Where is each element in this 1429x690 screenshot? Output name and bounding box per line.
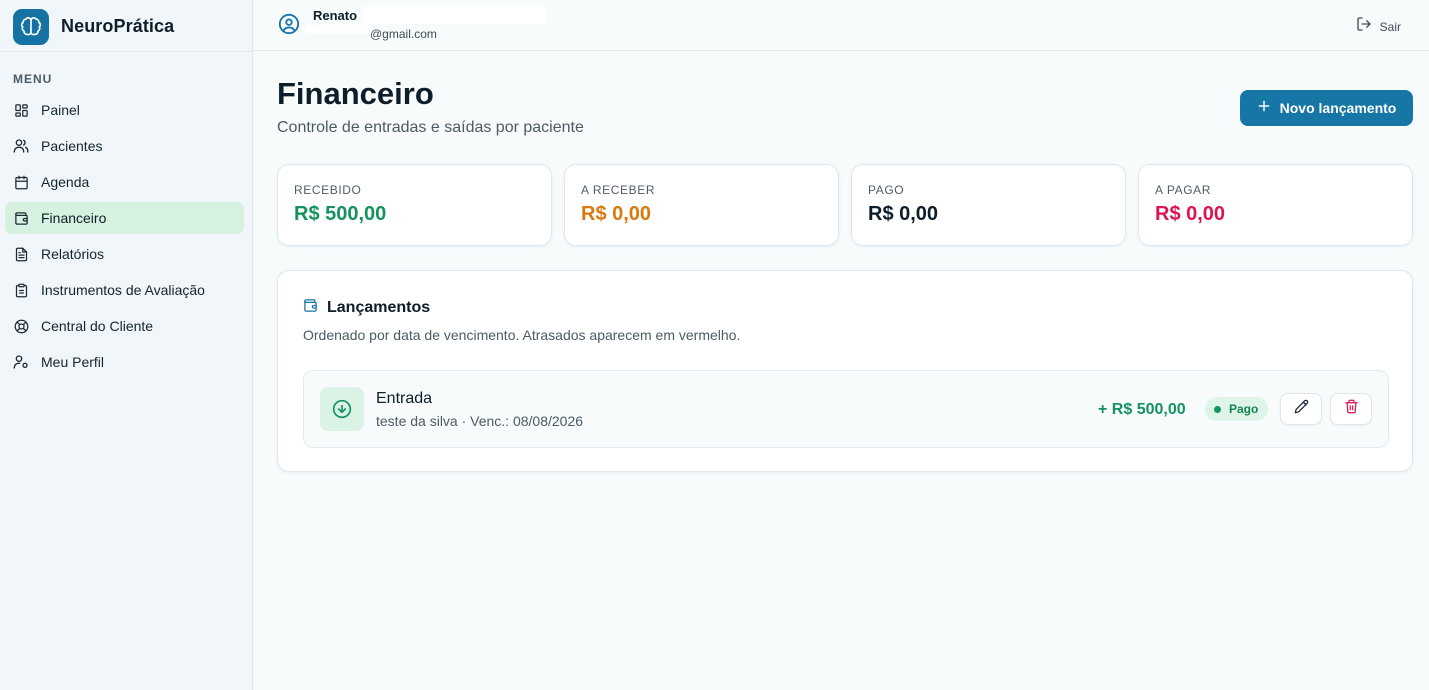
redacted-block — [305, 25, 369, 33]
panel-title-label: Lançamentos — [327, 299, 431, 316]
stat-value: R$ 0,00 — [1155, 203, 1226, 225]
stat-card-a-pagar: A PAGAR R$ 0,00 — [1138, 164, 1413, 246]
logout-label: Sair — [1379, 19, 1401, 34]
redacted-block — [363, 6, 546, 24]
delete-button[interactable] — [1330, 393, 1372, 425]
stat-card-recebido: RECEBIDO R$ 500,00 — [277, 164, 552, 246]
page-title: Financeiro — [277, 76, 434, 111]
arrow-down-circle-icon — [320, 387, 364, 431]
status-badge: Pago — [1205, 397, 1268, 421]
sidebar-item-label: Painel — [41, 102, 80, 118]
sidebar-item-label: Relatórios — [41, 246, 105, 262]
brain-icon — [13, 8, 49, 45]
entry-details: teste da silva · Venc.: 08/08/2026 — [376, 413, 584, 429]
logout-button[interactable]: Sair — [1356, 16, 1401, 37]
wallet-icon — [303, 298, 318, 318]
sidebar-item-central-do-cliente[interactable]: Central do Cliente — [5, 310, 244, 342]
stat-value: R$ 0,00 — [868, 203, 939, 225]
panel-title: Lançamentos — [303, 298, 430, 318]
trash-icon — [1344, 399, 1359, 419]
sidebar-item-instrumentos[interactable]: Instrumentos de Avaliação — [5, 274, 244, 306]
sidebar-item-label: Financeiro — [41, 210, 107, 226]
lifebuoy-icon — [13, 318, 29, 334]
panel-description: Ordenado por data de vencimento. Atrasad… — [303, 327, 741, 343]
sidebar-item-agenda[interactable]: Agenda — [5, 166, 244, 198]
sidebar-item-label: Meu Perfil — [41, 354, 105, 370]
stat-card-a-receber: A RECEBER R$ 0,00 — [564, 164, 839, 246]
user-name: Renato — [313, 8, 358, 23]
users-icon — [13, 138, 29, 154]
status-dot — [1214, 405, 1221, 413]
top-bar: Renato @gmail.com Sair — [253, 0, 1429, 51]
edit-button[interactable] — [1280, 393, 1322, 425]
sidebar-item-painel[interactable]: Painel — [5, 94, 244, 126]
status-label: Pago — [1229, 402, 1259, 416]
user-email: @gmail.com — [370, 27, 437, 41]
plus-icon — [1257, 99, 1271, 118]
stat-card-pago: PAGO R$ 0,00 — [851, 164, 1126, 246]
sidebar-nav: Painel Pacientes Agenda Financeiro Relat… — [5, 94, 244, 382]
entry-amount: + R$ 500,00 — [1098, 401, 1186, 418]
stat-label: A PAGAR — [1155, 183, 1211, 197]
logout-icon — [1356, 16, 1372, 37]
entries-panel: Lançamentos Ordenado por data de vencime… — [277, 270, 1413, 472]
stat-value: R$ 500,00 — [294, 203, 387, 225]
pencil-icon — [1294, 399, 1309, 419]
grid-icon — [13, 102, 29, 118]
user-circle-icon[interactable] — [278, 13, 300, 35]
sidebar-item-pacientes[interactable]: Pacientes — [5, 130, 244, 162]
wallet-icon — [13, 210, 29, 226]
sidebar-item-financeiro[interactable]: Financeiro — [5, 202, 244, 234]
sidebar-item-label: Instrumentos de Avaliação — [41, 282, 205, 298]
new-entry-label: Novo lançamento — [1279, 100, 1397, 116]
clipboard-icon — [13, 282, 29, 298]
sidebar-item-label: Pacientes — [41, 138, 103, 154]
stat-label: RECEBIDO — [294, 183, 362, 197]
page-subtitle: Controle de entradas e saídas por pacien… — [277, 119, 584, 136]
sidebar-item-relatorios[interactable]: Relatórios — [5, 238, 244, 270]
sidebar-item-label: Agenda — [41, 174, 90, 190]
sidebar-divider — [0, 51, 253, 52]
sidebar: NeuroPrática MENU Painel Pacientes Agend… — [0, 0, 253, 690]
stat-label: A RECEBER — [581, 183, 656, 197]
stat-label: PAGO — [868, 183, 905, 197]
stat-value: R$ 0,00 — [581, 203, 652, 225]
new-entry-button[interactable]: Novo lançamento — [1240, 90, 1413, 126]
sidebar-item-label: Central do Cliente — [41, 318, 154, 334]
list-item[interactable]: Entrada teste da silva · Venc.: 08/08/20… — [303, 370, 1389, 448]
brand[interactable]: NeuroPrática — [13, 8, 174, 45]
brand-name: NeuroPrática — [61, 16, 175, 36]
sidebar-item-meu-perfil[interactable]: Meu Perfil — [5, 346, 244, 378]
menu-heading: MENU — [13, 72, 53, 86]
file-text-icon — [13, 246, 29, 262]
entry-type: Entrada — [376, 390, 433, 407]
user-cog-icon — [13, 354, 29, 370]
calendar-icon — [13, 174, 29, 190]
